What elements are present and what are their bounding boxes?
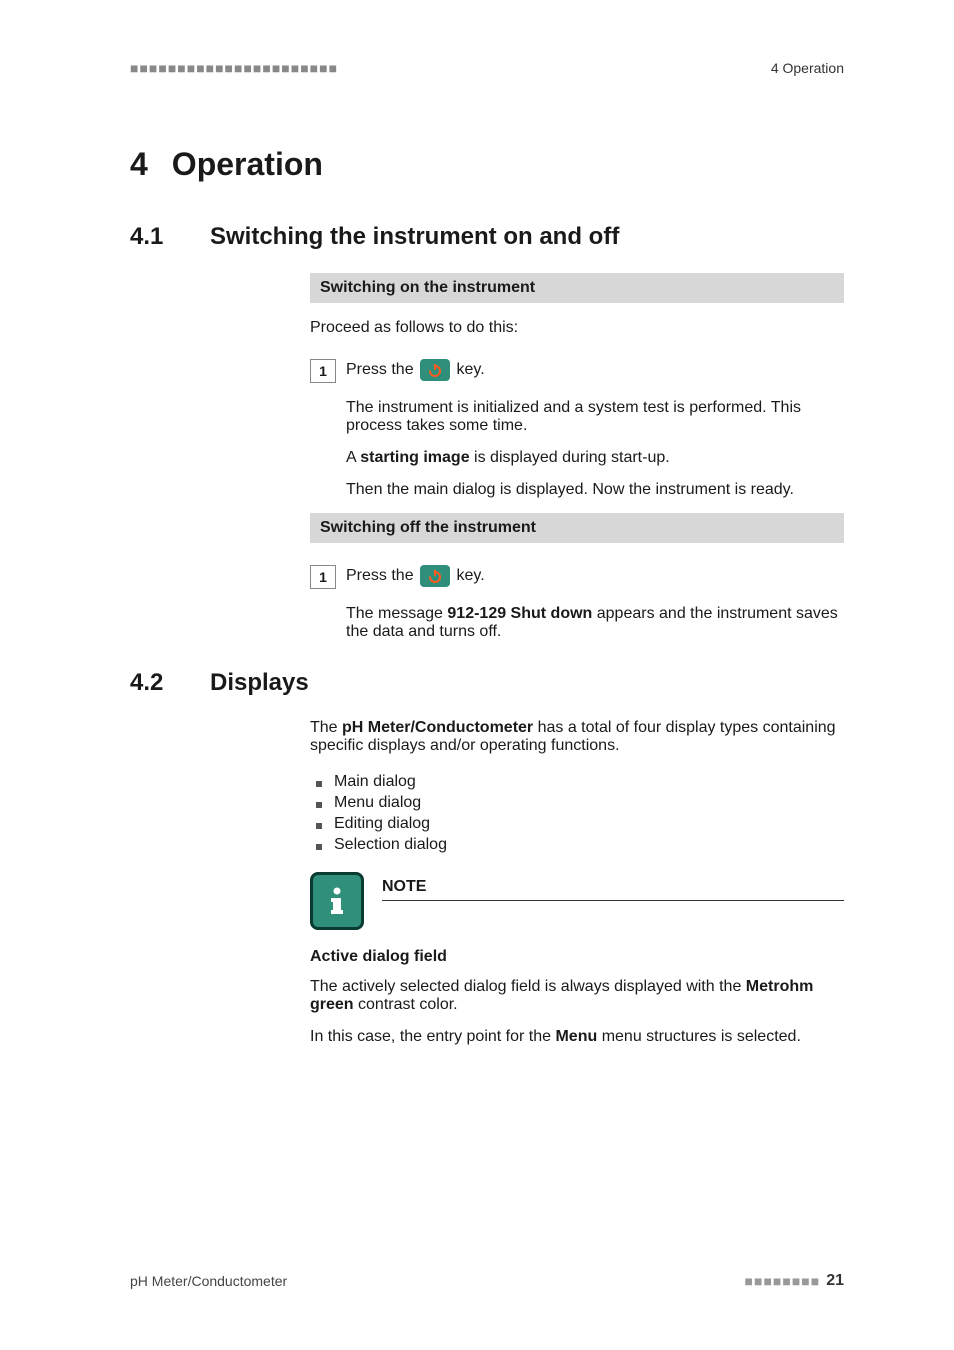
note-block: NOTE Active dialog field The actively se… — [310, 872, 844, 1046]
switch-on-result-p3: Then the main dialog is displayed. Now t… — [346, 481, 844, 499]
text-span: In this case, the entry point for the — [310, 1028, 555, 1045]
page-footer: pH Meter/Conductometer ■■■■■■■■ 21 — [130, 1272, 844, 1290]
list-item: Main dialog — [310, 773, 844, 791]
text-span: is displayed during start-up. — [470, 449, 670, 466]
section-4-1-heading: 4.1Switching the instrument on and off — [130, 223, 844, 251]
step-number-badge: 1 — [310, 359, 336, 383]
text-span: The message — [346, 605, 447, 622]
step-text-pre: Press the — [346, 361, 418, 378]
note-title: NOTE — [382, 878, 844, 896]
header-dashes-left: ■■■■■■■■■■■■■■■■■■■■■■ — [130, 60, 338, 76]
switch-on-step-1-line: Press the key. — [346, 359, 844, 381]
text-span: A — [346, 449, 360, 466]
switch-off-step-1: 1 Press the key. — [310, 565, 844, 587]
switch-off-step-1-line: Press the key. — [346, 565, 844, 587]
text-span: contrast color. — [354, 996, 458, 1013]
footer-dashes: ■■■■■■■■ — [745, 1273, 821, 1289]
displays-intro: The pH Meter/Conductometer has a total o… — [310, 719, 844, 755]
list-item: Menu dialog — [310, 794, 844, 812]
chapter-heading: 4 Operation — [130, 146, 844, 183]
note-subhead: Active dialog field — [310, 948, 844, 966]
power-icon — [420, 359, 450, 381]
step-text-pre: Press the — [346, 567, 418, 584]
switch-on-result-p1: The instrument is initialized and a syst… — [346, 399, 844, 435]
page-number: 21 — [826, 1272, 844, 1290]
header-running-title: 4 Operation — [771, 60, 844, 76]
switch-on-result-p2: A starting image is displayed during sta… — [346, 449, 844, 467]
task-banner-switch-off: Switching off the instrument — [310, 513, 844, 543]
list-item: Selection dialog — [310, 836, 844, 854]
chapter-title: Operation — [172, 146, 323, 182]
power-icon — [420, 565, 450, 587]
step-text-post: key. — [452, 567, 485, 584]
running-header: ■■■■■■■■■■■■■■■■■■■■■■ 4 Operation — [130, 60, 844, 76]
bold-span: Menu — [555, 1028, 597, 1045]
switch-on-step-1: 1 Press the key. — [310, 359, 844, 381]
step-number-badge: 1 — [310, 565, 336, 589]
display-types-list: Main dialog Menu dialog Editing dialog S… — [310, 773, 844, 854]
note-paragraph-2: In this case, the entry point for the Me… — [310, 1028, 844, 1046]
switch-on-result: The instrument is initialized and a syst… — [346, 399, 844, 499]
text-span: The — [310, 719, 342, 736]
section-title: Switching the instrument on and off — [210, 223, 619, 250]
text-span: The actively selected dialog field is al… — [310, 978, 746, 995]
chapter-number: 4 — [130, 146, 148, 182]
switch-off-result-p1: The message 912-129 Shut down appears an… — [346, 605, 844, 641]
footer-product-name: pH Meter/Conductometer — [130, 1273, 287, 1289]
text-span: menu structures is selected. — [597, 1028, 801, 1045]
note-divider — [382, 900, 844, 901]
note-paragraph-1: The actively selected dialog field is al… — [310, 978, 844, 1014]
section-number: 4.2 — [130, 669, 210, 697]
switch-on-intro: Proceed as follows to do this: — [310, 319, 844, 337]
task-banner-switch-on: Switching on the instrument — [310, 273, 844, 303]
bold-span: pH Meter/Conductometer — [342, 719, 533, 736]
info-icon — [310, 872, 364, 930]
bold-span: starting image — [360, 449, 469, 466]
step-text-post: key. — [452, 361, 485, 378]
section-number: 4.1 — [130, 223, 210, 251]
switch-off-result: The message 912-129 Shut down appears an… — [346, 605, 844, 641]
section-title: Displays — [210, 669, 309, 696]
list-item: Editing dialog — [310, 815, 844, 833]
section-4-2-heading: 4.2Displays — [130, 669, 844, 697]
bold-span: 912-129 Shut down — [447, 605, 592, 622]
